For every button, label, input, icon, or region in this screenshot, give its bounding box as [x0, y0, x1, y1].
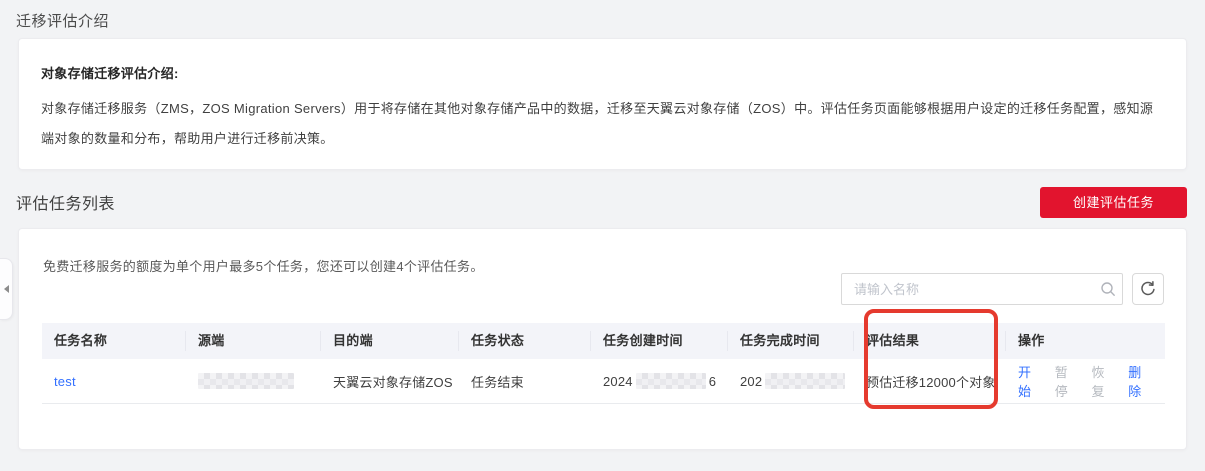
col-assessment-result: 评估结果 — [854, 331, 1006, 351]
status-value: 任务结束 — [471, 374, 524, 390]
col-completed-time: 任务完成时间 — [728, 331, 854, 351]
destination-value: 天翼云对象存储ZOS — [333, 374, 453, 390]
col-source: 源端 — [186, 331, 321, 351]
start-action-link[interactable]: 开始 — [1018, 362, 1044, 400]
created-time-suffix: 6 — [708, 373, 717, 389]
create-assessment-task-button[interactable]: 创建评估任务 — [1039, 187, 1187, 218]
intro-card-heading: 对象存储迁移评估介绍: — [41, 66, 179, 81]
task-name-link[interactable]: test — [54, 374, 76, 389]
col-task-name: 任务名称 — [42, 331, 186, 351]
task-name-search — [841, 273, 1123, 305]
intro-card: 对象存储迁移评估介绍: 对象存储迁移服务（ZMS，ZOS Migration S… — [18, 38, 1187, 170]
search-input[interactable] — [842, 281, 1094, 297]
sidebar-collapse-handle[interactable] — [0, 258, 13, 320]
created-time-value: 2024 6 — [591, 373, 728, 389]
col-created-time: 任务创建时间 — [591, 331, 728, 351]
created-time-prefix: 2024 — [603, 373, 633, 389]
redacted-completed-time — [765, 373, 846, 389]
pause-action-link[interactable]: 暂停 — [1055, 362, 1081, 400]
completed-time-value: 202 — [728, 373, 854, 389]
page-title: 迁移评估介绍 — [16, 13, 110, 30]
resume-action-link[interactable]: 恢复 — [1092, 362, 1118, 400]
col-destination: 目的端 — [321, 331, 459, 351]
intro-card-body: 对象存储迁移服务（ZMS，ZOS Migration Servers）用于将存储… — [41, 101, 1154, 146]
refresh-icon — [1140, 280, 1156, 299]
table-row: test 天翼云对象存储ZOS 任务结束 2024 6 202 预估迁移1200… — [42, 359, 1165, 404]
completed-time-prefix: 202 — [740, 373, 763, 389]
task-table-header: 任务名称 源端 目的端 任务状态 任务创建时间 任务完成时间 评估结果 操作 — [42, 323, 1165, 359]
task-table: 任务名称 源端 目的端 任务状态 任务创建时间 任务完成时间 评估结果 操作 t… — [42, 323, 1165, 404]
assessment-result-value: 预估迁移12000个对象 — [866, 374, 996, 390]
refresh-button[interactable] — [1132, 273, 1164, 305]
col-status: 任务状态 — [459, 331, 591, 351]
redacted-created-time — [635, 373, 706, 389]
redacted-source-value — [198, 373, 294, 389]
task-list-card: 免费迁移服务的额度为单个用户最多5个任务，您还可以创建4个评估任务。 任务名称 … — [18, 228, 1187, 450]
row-actions: 开始 暂停 恢复 删除 — [1006, 362, 1165, 400]
search-icon[interactable] — [1094, 281, 1122, 297]
task-list-section-title: 评估任务列表 — [16, 196, 116, 213]
delete-action-link[interactable]: 删除 — [1128, 362, 1154, 400]
col-actions: 操作 — [1018, 333, 1045, 348]
chevron-left-icon — [3, 285, 9, 293]
quota-note: 免费迁移服务的额度为单个用户最多5个任务，您还可以创建4个评估任务。 — [43, 259, 484, 274]
